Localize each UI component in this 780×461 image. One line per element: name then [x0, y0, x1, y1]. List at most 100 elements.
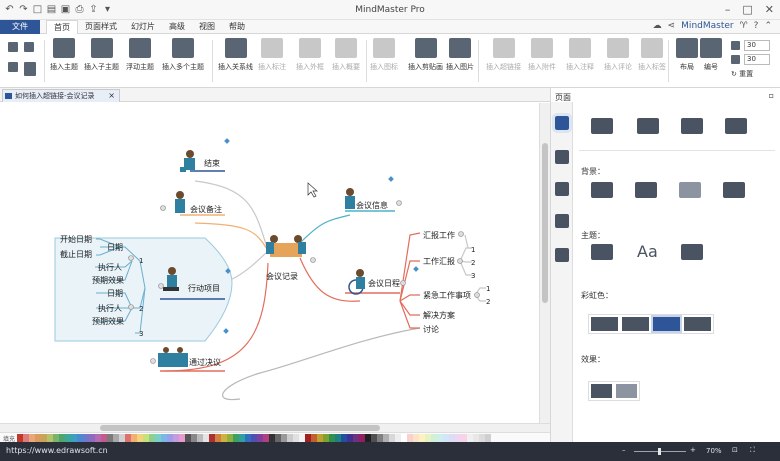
menu-tab-5[interactable]: 帮助 [222, 20, 252, 34]
document-tab[interactable]: 如何插入超链接-会议记录 × [2, 89, 120, 102]
help-icon[interactable]: ? [754, 21, 759, 31]
slides-icon[interactable] [555, 248, 569, 262]
tasks-icon[interactable] [555, 214, 569, 228]
reset-button[interactable]: ↻ 重置 [731, 69, 753, 79]
fit-icon[interactable]: ⊡ [732, 446, 738, 454]
cloud-icon[interactable]: ☁ [653, 21, 662, 31]
ribbon-button-5[interactable]: 插入标注 [258, 38, 286, 72]
layout-right-icon[interactable] [591, 118, 613, 134]
copy-icon[interactable] [8, 62, 18, 72]
color-palette: 填充 [0, 432, 550, 443]
action1-date[interactable]: 日期 [107, 243, 123, 252]
close-tab-icon[interactable]: × [108, 90, 115, 102]
user-name[interactable]: MindMaster [681, 21, 733, 31]
ribbon-button-12[interactable]: 插入附件 [528, 38, 556, 72]
effect-hand-drawn-icon[interactable] [591, 384, 612, 398]
ribbon-button-2[interactable]: 浮动主题 [126, 38, 154, 72]
action1-owner[interactable]: 执行人 [98, 262, 122, 272]
spacing-h-input[interactable]: 30 [744, 40, 770, 51]
maximize-icon[interactable]: □ [742, 3, 752, 16]
layout-list-icon[interactable] [725, 118, 747, 134]
zoom-in-icon[interactable]: + [690, 446, 696, 454]
topic-notes[interactable]: 会议备注 [190, 204, 222, 214]
action2-outcome[interactable]: 预期效果 [92, 316, 124, 326]
ribbon-button-16[interactable]: 布局 [676, 38, 698, 72]
topic-agenda[interactable]: 会议日程 [368, 278, 400, 288]
agenda-item-5[interactable]: 讨论 [423, 324, 439, 334]
theme-font-icon[interactable]: Aa [637, 242, 658, 261]
paste-icon[interactable] [24, 62, 36, 76]
agenda-item-1[interactable]: 汇报工作 [423, 230, 455, 240]
ribbon-button-6[interactable]: 插入外框 [296, 38, 324, 72]
bg-color-icon[interactable] [591, 182, 613, 198]
menu-tab-3[interactable]: 高级 [162, 20, 192, 34]
link-icons [223, 138, 419, 334]
ribbon-button-17[interactable]: 编号 [700, 38, 722, 72]
topic-info[interactable]: 会议信息 [356, 200, 388, 210]
theme-color-icon[interactable] [681, 244, 703, 260]
vertical-scrollbar[interactable] [539, 103, 550, 423]
action1-outcome[interactable]: 预期效果 [92, 275, 124, 285]
action2-date[interactable]: 日期 [107, 289, 123, 298]
menu-tab-1[interactable]: 页面样式 [78, 20, 124, 34]
collapse-ribbon-icon[interactable]: ⌃ [764, 21, 772, 31]
panel-pin-icon[interactable]: ▫ [769, 91, 774, 100]
rainbow-option-3[interactable] [651, 315, 682, 333]
horizontal-scrollbar[interactable] [0, 423, 550, 432]
topic-center[interactable]: 会议记录 [266, 271, 298, 281]
page-style-icon[interactable] [552, 113, 572, 133]
ribbon-button-3[interactable]: 插入多个主题 [162, 38, 204, 72]
topic-actions[interactable]: 行动项目 [188, 283, 220, 293]
horizontal-scroll-thumb[interactable] [100, 425, 380, 431]
ribbon-button-15[interactable]: 插入标签 [638, 38, 666, 72]
action2-owner[interactable]: 执行人 [98, 303, 122, 313]
date-end[interactable]: 截止日期 [60, 249, 92, 259]
skin-icon[interactable]: ♈ [740, 21, 748, 31]
rainbow-option-1[interactable] [591, 317, 618, 331]
clipart-icon[interactable] [555, 182, 569, 196]
menu-tab-0[interactable]: 首页 [46, 20, 78, 34]
topic-resolution[interactable]: 通过决议 [189, 357, 221, 367]
ribbon-button-1[interactable]: 插入子主题 [84, 38, 119, 72]
ribbon-button-10[interactable]: 插入图片 [446, 38, 474, 72]
cut-icon[interactable] [8, 42, 18, 52]
rainbow-option-4[interactable] [684, 317, 711, 331]
zoom-out-icon[interactable]: – [622, 446, 626, 454]
website-link[interactable]: https://www.edrawsoft.cn [6, 446, 108, 455]
agenda-item-4[interactable]: 解决方案 [423, 310, 455, 320]
effect-none-icon[interactable] [616, 384, 637, 398]
ribbon-button-8[interactable]: 插入图标 [370, 38, 398, 72]
ribbon-button-9[interactable]: 插入剪贴画 [408, 38, 443, 72]
vertical-scroll-thumb[interactable] [542, 143, 548, 303]
ribbon-button-0[interactable]: 插入主题 [50, 38, 78, 72]
topic-end[interactable]: 结束 [204, 158, 220, 168]
menu-tab-4[interactable]: 视图 [192, 20, 222, 34]
share-icon[interactable]: ⋖ [668, 21, 676, 31]
color-swatch[interactable] [485, 434, 491, 442]
ribbon-button-13[interactable]: 插入注释 [566, 38, 594, 72]
ribbon-button-11[interactable]: 插入超链接 [486, 38, 521, 72]
menu-tab-2[interactable]: 幻灯片 [124, 20, 162, 34]
outline-icon[interactable] [555, 150, 569, 164]
brush-icon[interactable] [24, 42, 34, 52]
mindmap-canvas[interactable]: 结束 会议备注 行动项目 通过决议 会议记录 会议信息 会议日程 汇报工作 工作… [0, 103, 539, 423]
layout-tree-icon[interactable] [681, 118, 703, 134]
file-menu[interactable]: 文件 [0, 20, 40, 34]
theme-icon[interactable] [591, 244, 613, 260]
ribbon-button-4[interactable]: 插入关系线 [218, 38, 253, 72]
layout-both-icon[interactable] [637, 118, 659, 134]
agenda-item-3[interactable]: 紧急工作事项 [423, 290, 471, 300]
close-icon[interactable]: ✕ [765, 3, 774, 16]
fullscreen-icon[interactable]: ⛶ [750, 446, 755, 455]
bg-picture-icon[interactable] [679, 182, 701, 198]
bg-image-icon[interactable] [635, 182, 657, 198]
ribbon-button-14[interactable]: 插入评论 [604, 38, 632, 72]
rainbow-option-2[interactable] [622, 317, 649, 331]
watermark-icon[interactable] [723, 182, 745, 198]
zoom-slider-knob[interactable] [658, 448, 661, 455]
ribbon-button-7[interactable]: 插入概要 [332, 38, 360, 72]
agenda-item-2[interactable]: 工作汇报 [423, 256, 455, 266]
date-start[interactable]: 开始日期 [60, 234, 92, 244]
spacing-v-input[interactable]: 30 [744, 54, 770, 65]
minimize-icon[interactable]: – [725, 3, 731, 16]
